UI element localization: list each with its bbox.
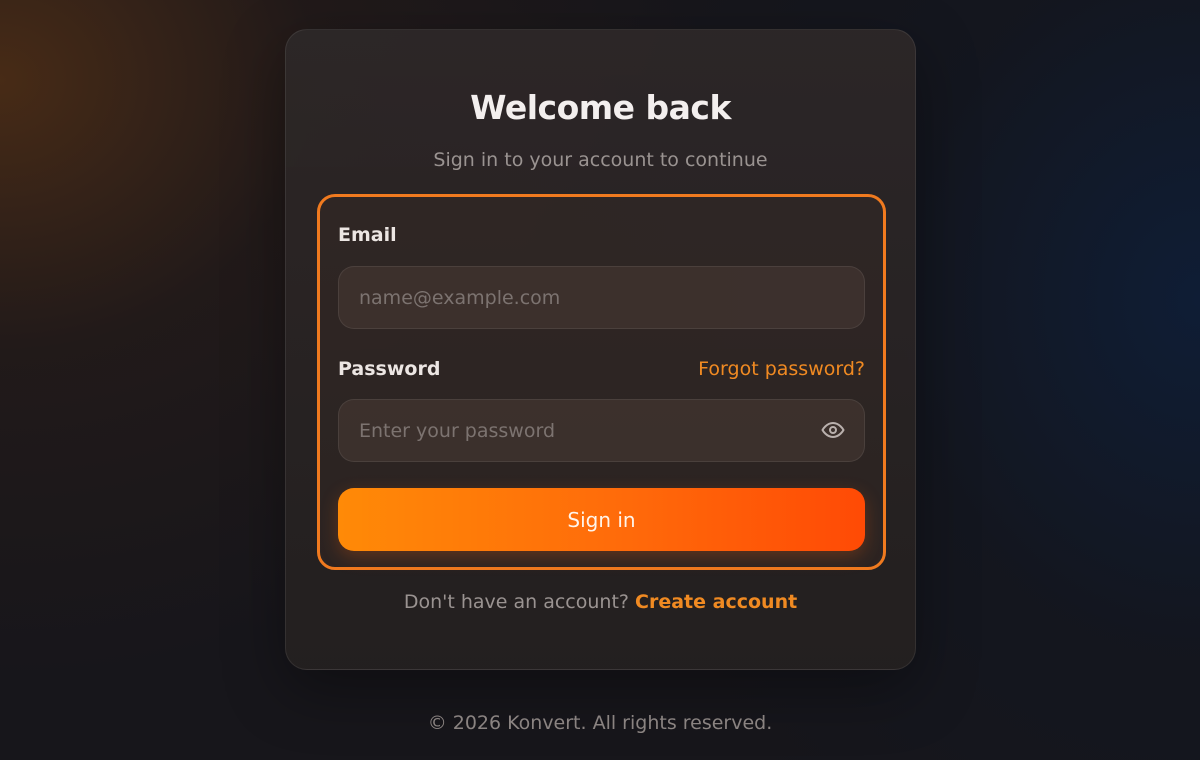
forgot-password-link[interactable]: Forgot password? bbox=[698, 358, 865, 380]
signup-row: Don't have an account? Create account bbox=[286, 591, 915, 613]
sign-in-button[interactable]: Sign in bbox=[338, 488, 865, 551]
signup-prompt: Don't have an account? bbox=[403, 591, 636, 613]
email-field[interactable] bbox=[338, 266, 865, 329]
email-label: Email bbox=[338, 224, 397, 246]
footer-copyright: © 2026 Konvert. All rights reserved. bbox=[427, 712, 773, 734]
page-title: Welcome back bbox=[470, 88, 731, 127]
password-label: Password bbox=[338, 358, 441, 380]
create-account-link[interactable]: Create account bbox=[635, 591, 797, 613]
eye-icon[interactable] bbox=[819, 416, 847, 444]
password-field[interactable] bbox=[338, 399, 865, 462]
login-card: Welcome back Sign in to your account to … bbox=[285, 29, 916, 670]
page-subtitle: Sign in to your account to continue bbox=[433, 149, 768, 171]
sign-in-form: Email Password Forgot password? Sign in bbox=[317, 194, 886, 570]
